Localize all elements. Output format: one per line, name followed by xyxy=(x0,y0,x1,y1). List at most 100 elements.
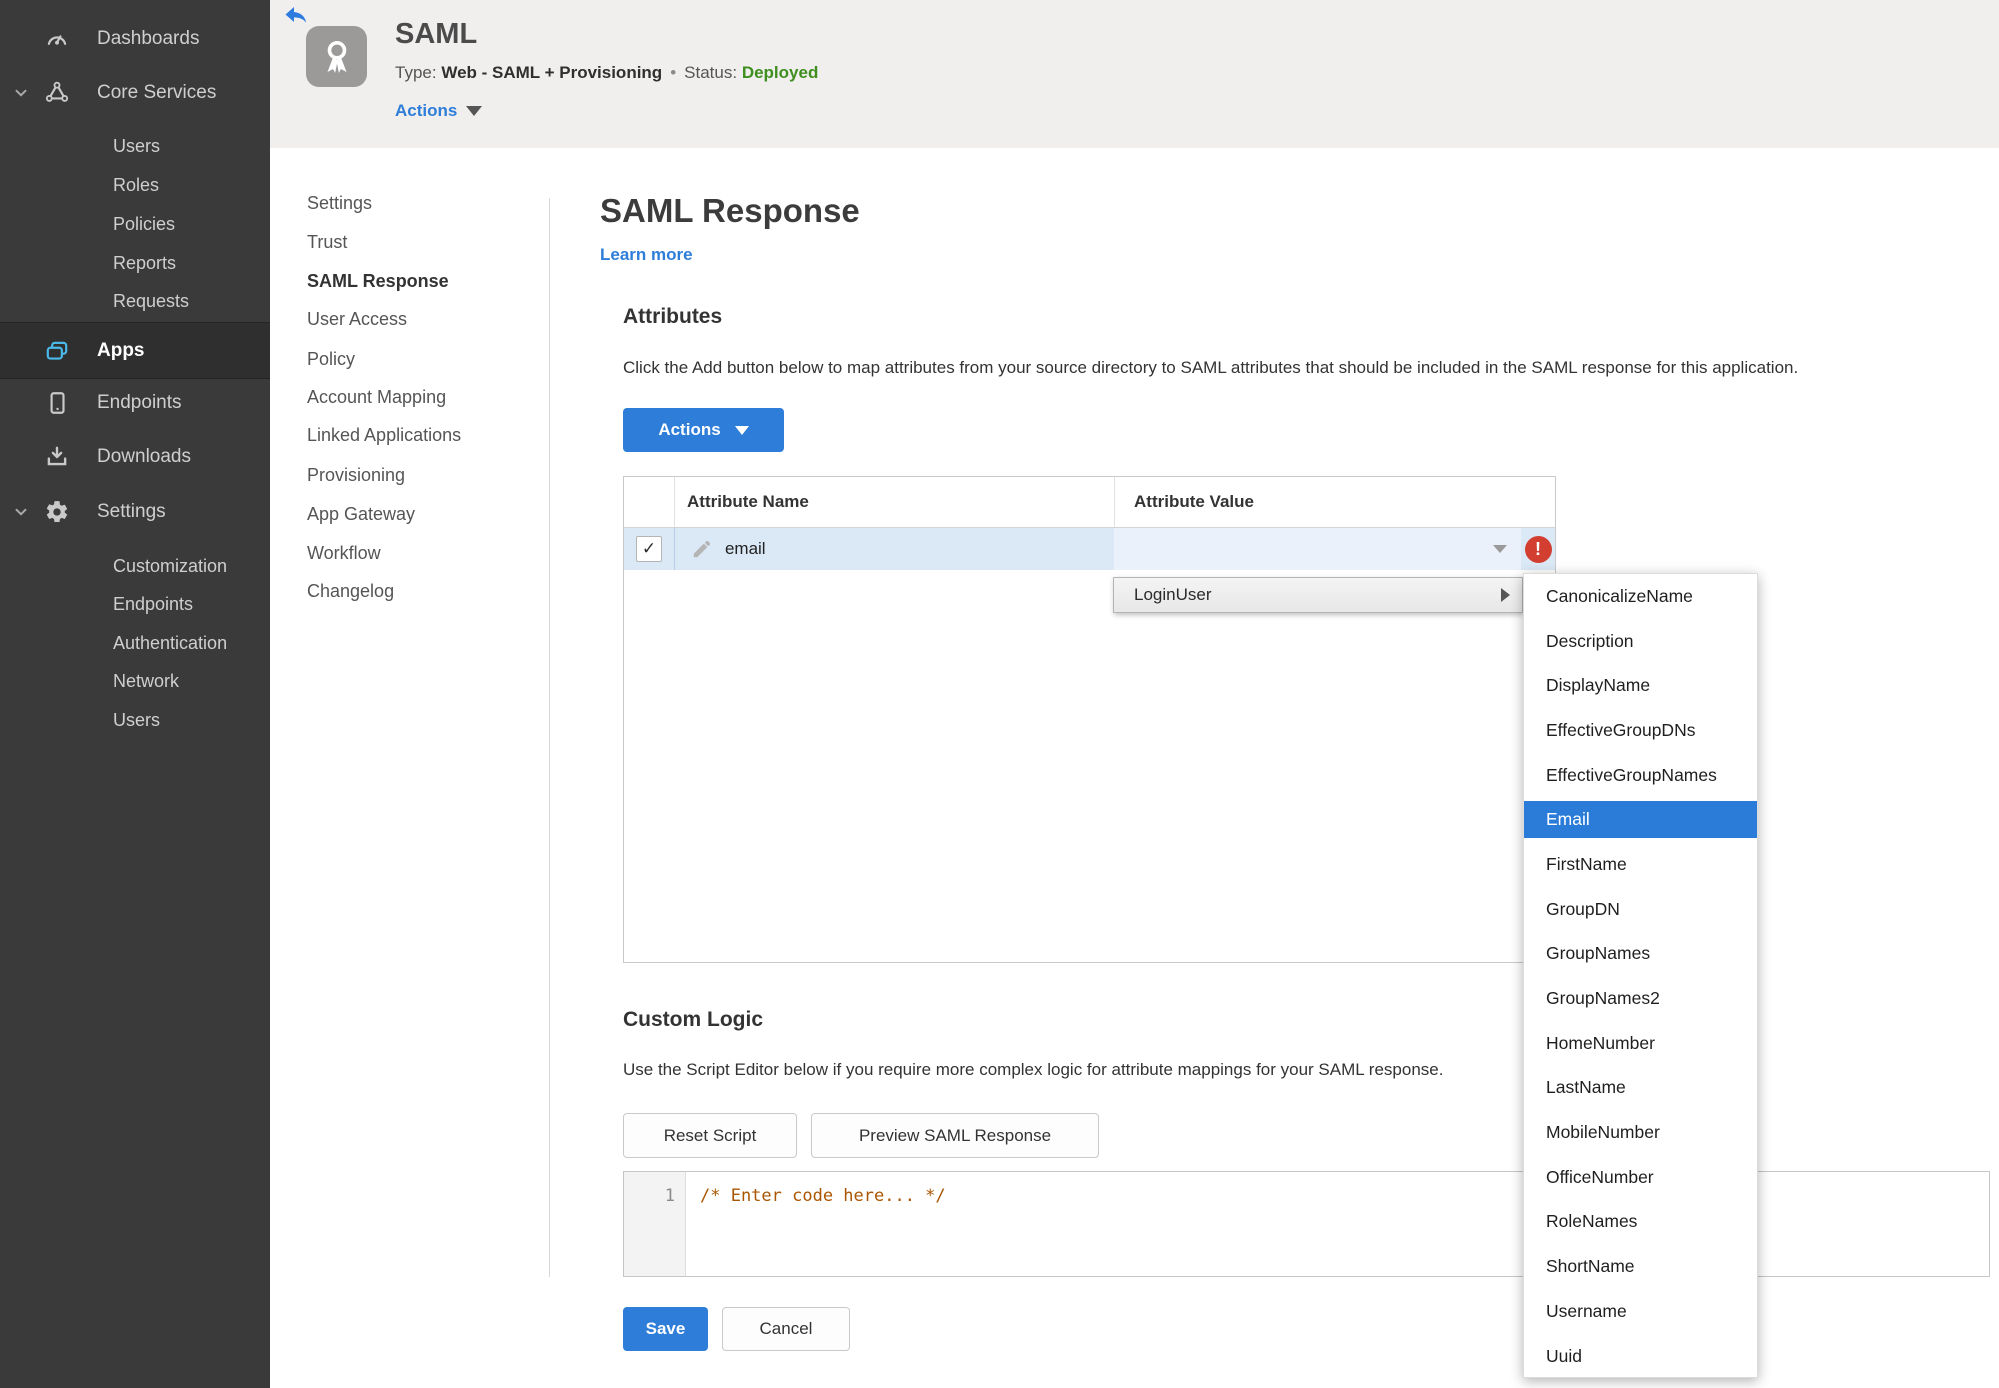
custom-logic-heading: Custom Logic xyxy=(623,1008,763,1031)
attributes-description: Click the Add button below to map attrib… xyxy=(623,358,1799,377)
type-label: Type: xyxy=(395,63,437,82)
table-header-checkbox-column xyxy=(624,477,675,527)
ribbon-award-icon xyxy=(327,40,346,73)
menu-item-displayname[interactable]: DisplayName xyxy=(1524,663,1757,708)
gear-icon xyxy=(46,501,68,523)
value-menu-trigger-loginuser[interactable]: LoginUser xyxy=(1113,577,1523,613)
back-arrow-icon[interactable] xyxy=(283,3,309,25)
tab-account-mapping[interactable]: Account Mapping xyxy=(307,387,446,413)
sidebar-item-label: Network xyxy=(113,670,180,691)
sidebar-item-label: Downloads xyxy=(97,446,191,467)
sidebar-item-label: Apps xyxy=(97,339,145,361)
gauge-icon xyxy=(47,35,67,45)
table-header-row: Attribute Name Attribute Value xyxy=(624,477,1555,528)
sidebar-item-dashboards[interactable]: Dashboards xyxy=(0,19,270,59)
menu-item-uuid[interactable]: Uuid xyxy=(1524,1334,1757,1379)
status-label: Status: xyxy=(684,63,738,82)
sidebar-item-network[interactable]: Network xyxy=(0,661,270,701)
tab-workflow[interactable]: Workflow xyxy=(307,543,381,569)
sidebar-item-label: Reports xyxy=(113,252,177,273)
menu-item-groupdn[interactable]: GroupDN xyxy=(1524,887,1757,932)
tab-user-access[interactable]: User Access xyxy=(307,309,407,335)
menu-item-groupnames2[interactable]: GroupNames2 xyxy=(1524,976,1757,1021)
custom-logic-description: Use the Script Editor below if you requi… xyxy=(623,1060,1444,1079)
sidebar-item-requests[interactable]: Requests xyxy=(0,281,270,321)
menu-item-username[interactable]: Username xyxy=(1524,1289,1757,1334)
menu-item-officenumber[interactable]: OfficeNumber xyxy=(1524,1155,1757,1200)
sidebar-item-reports[interactable]: Reports xyxy=(0,243,270,283)
menu-item-mobilenumber[interactable]: MobileNumber xyxy=(1524,1110,1757,1155)
type-value: Web - SAML + Provisioning xyxy=(441,63,663,82)
tab-policy[interactable]: Policy xyxy=(307,349,355,375)
header-actions-label: Actions xyxy=(395,101,458,120)
sidebar-item-users[interactable]: Users xyxy=(0,126,270,166)
menu-item-lastname[interactable]: LastName xyxy=(1524,1066,1757,1111)
header-actions-menu[interactable]: Actions xyxy=(395,101,483,121)
value-menu-trigger-label: LoginUser xyxy=(1134,585,1212,604)
page-title: SAML Response xyxy=(600,192,860,229)
sidebar-item-customization[interactable]: Customization xyxy=(0,546,270,586)
tab-changelog[interactable]: Changelog xyxy=(307,581,394,607)
tab-linked-applications[interactable]: Linked Applications xyxy=(307,425,461,451)
sidebar-item-settings-endpoints[interactable]: Endpoints xyxy=(0,584,270,624)
preview-saml-response-button[interactable]: Preview SAML Response xyxy=(811,1113,1099,1158)
edit-pencil-icon[interactable] xyxy=(691,538,713,560)
tab-settings[interactable]: Settings xyxy=(307,193,372,219)
status-badge: Deployed xyxy=(741,63,819,82)
sidebar-item-settings[interactable]: Settings xyxy=(0,492,270,532)
tab-saml-response[interactable]: SAML Response xyxy=(307,271,449,297)
save-button[interactable]: Save xyxy=(623,1307,708,1351)
sidebar-item-label: Authentication xyxy=(113,632,228,653)
code-line: /* Enter code here... */ xyxy=(700,1186,946,1206)
app-logo xyxy=(306,26,367,87)
menu-item-canonicalizename[interactable]: CanonicalizeName xyxy=(1524,574,1757,619)
row-checkbox-cell: ✓ xyxy=(624,528,675,570)
app-meta-line: Type: Web - SAML + Provisioning • Status: … xyxy=(395,63,818,83)
caret-down-icon xyxy=(734,425,749,435)
menu-item-effectivegroupnames[interactable]: EffectiveGroupNames xyxy=(1524,753,1757,798)
menu-item-description[interactable]: Description xyxy=(1524,619,1757,664)
menu-item-shortname[interactable]: ShortName xyxy=(1524,1244,1757,1289)
sidebar-item-settings-users[interactable]: Users xyxy=(0,700,270,740)
attribute-name-cell: email xyxy=(675,528,1115,570)
attributes-actions-button[interactable]: Actions xyxy=(623,408,784,452)
reset-script-button[interactable]: Reset Script xyxy=(623,1113,797,1158)
cancel-button[interactable]: Cancel xyxy=(722,1307,850,1351)
sidebar: Dashboards Core Services Users Roles Pol… xyxy=(0,0,270,1388)
menu-item-email[interactable]: Email xyxy=(1524,801,1757,839)
menu-item-firstname[interactable]: FirstName xyxy=(1524,842,1757,887)
sidebar-item-downloads[interactable]: Downloads xyxy=(0,437,270,477)
row-checkbox[interactable]: ✓ xyxy=(635,536,662,562)
sidebar-item-endpoints[interactable]: Endpoints xyxy=(0,383,270,423)
learn-more-link[interactable]: Learn more xyxy=(600,245,693,265)
table-row: ✓ email ! xyxy=(624,528,1556,570)
menu-item-groupnames[interactable]: GroupNames xyxy=(1524,932,1757,977)
editor-gutter: 1 xyxy=(624,1172,686,1276)
core-services-icon xyxy=(45,81,69,102)
sidebar-item-core-services[interactable]: Core Services xyxy=(0,73,270,113)
attributes-table: Attribute Name Attribute Value ✓ email ! xyxy=(623,476,1556,963)
separator-dot: • xyxy=(670,63,677,82)
vertical-divider xyxy=(549,198,550,1277)
line-number: 1 xyxy=(664,1186,675,1206)
chevron-down-icon xyxy=(15,508,27,516)
menu-item-homenumber[interactable]: HomeNumber xyxy=(1524,1021,1757,1066)
sidebar-item-roles[interactable]: Roles xyxy=(0,165,270,205)
sidebar-item-authentication[interactable]: Authentication xyxy=(0,623,270,663)
sidebar-item-policies[interactable]: Policies xyxy=(0,204,270,244)
menu-item-rolenames[interactable]: RoleNames xyxy=(1524,1200,1757,1245)
menu-item-effectivegroupdns[interactable]: EffectiveGroupDNs xyxy=(1524,708,1757,753)
code-input-area[interactable]: /* Enter code here... */ xyxy=(686,1172,1989,1276)
sidebar-item-label: Settings xyxy=(97,501,166,522)
tab-trust[interactable]: Trust xyxy=(307,232,347,258)
sidebar-item-label: Core Services xyxy=(97,82,217,103)
admin-portal-screen: Dashboards Core Services Users Roles Pol… xyxy=(0,0,1999,1388)
tab-provisioning[interactable]: Provisioning xyxy=(307,465,405,491)
sidebar-item-label: Policies xyxy=(113,213,176,234)
submenu-arrow-icon xyxy=(1501,588,1510,602)
table-header-attribute-name: Attribute Name xyxy=(675,477,1115,527)
attribute-value-dropdown[interactable] xyxy=(1114,528,1522,570)
download-icon xyxy=(47,446,67,466)
tab-app-gateway[interactable]: App Gateway xyxy=(307,504,415,530)
sidebar-item-apps[interactable]: Apps xyxy=(0,322,270,379)
